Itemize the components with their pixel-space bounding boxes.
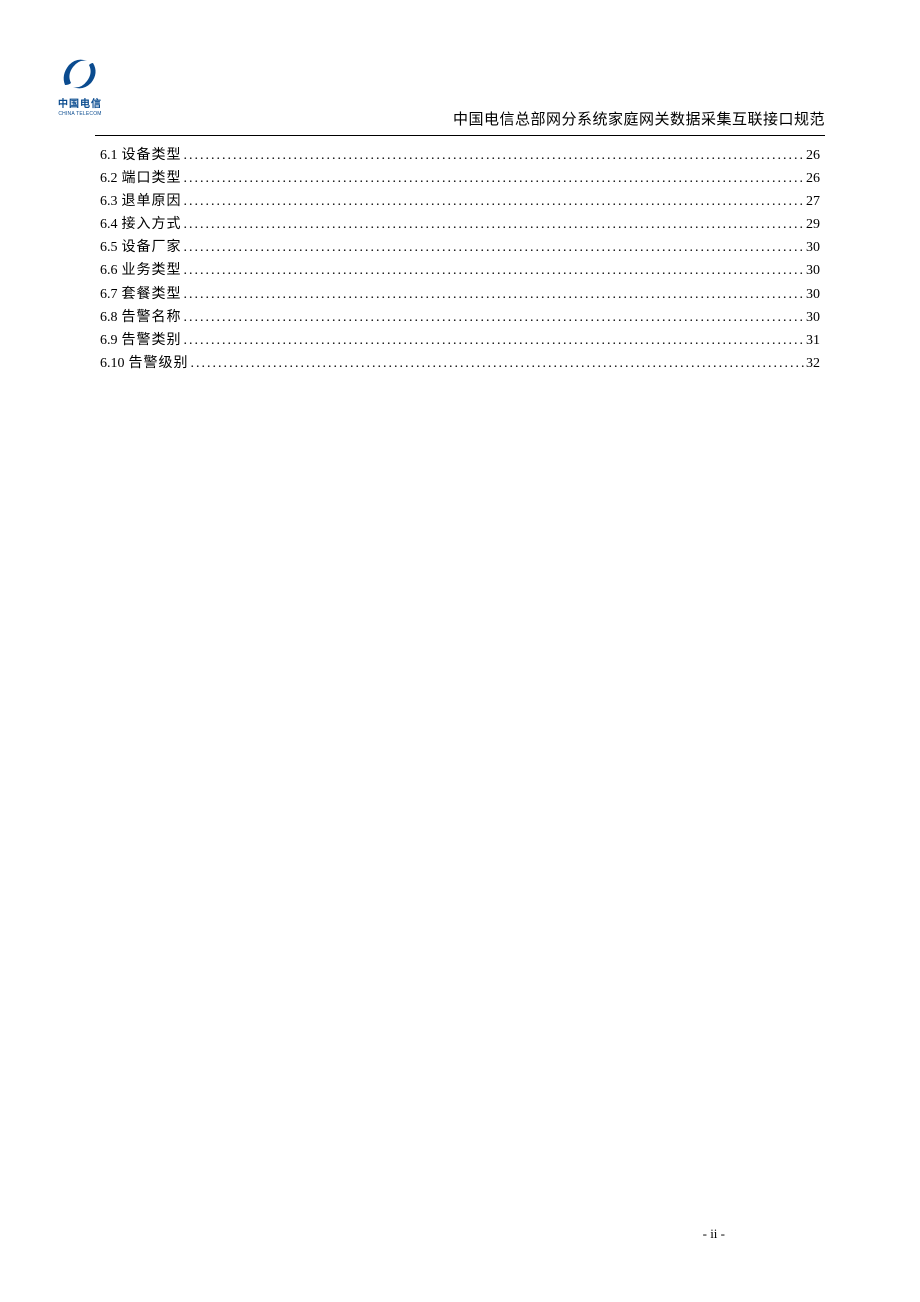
toc-title: 接入方式 — [122, 213, 182, 236]
toc-number: 6.4 — [100, 213, 118, 236]
toc-page: 32 — [806, 352, 820, 375]
toc-number: 6.3 — [100, 190, 118, 213]
toc-leader-dots — [184, 259, 805, 282]
toc-leader-dots — [184, 144, 805, 167]
toc-page: 29 — [806, 213, 820, 236]
toc-title: 告警类别 — [122, 329, 182, 352]
toc-leader-dots — [184, 190, 805, 213]
toc-entry: 6.7 套餐类型 30 — [100, 283, 820, 306]
toc-page: 30 — [806, 259, 820, 282]
toc-number: 6.7 — [100, 283, 118, 306]
toc-entry: 6.8 告警名称 30 — [100, 306, 820, 329]
toc-title: 告警名称 — [122, 306, 182, 329]
toc-page: 31 — [806, 329, 820, 352]
toc-page: 26 — [806, 144, 820, 167]
toc-entry: 6.4 接入方式 29 — [100, 213, 820, 236]
toc-title: 端口类型 — [122, 167, 182, 190]
toc-page: 30 — [806, 236, 820, 259]
page-number-footer: - ii - — [703, 1226, 725, 1242]
toc-entry: 6.3 退单原因 27 — [100, 190, 820, 213]
header-divider — [95, 135, 825, 136]
toc-leader-dots — [191, 352, 805, 375]
toc-title: 设备类型 — [122, 144, 182, 167]
toc-number: 6.1 — [100, 144, 118, 167]
toc-number: 6.6 — [100, 259, 118, 282]
toc-page: 30 — [806, 283, 820, 306]
toc-title: 退单原因 — [122, 190, 182, 213]
toc-number: 6.8 — [100, 306, 118, 329]
toc-leader-dots — [184, 283, 805, 306]
toc-title: 设备厂家 — [122, 236, 182, 259]
toc-number: 6.10 — [100, 352, 125, 375]
toc-entry: 6.2 端口类型 26 — [100, 167, 820, 190]
toc-entry: 6.5 设备厂家 30 — [100, 236, 820, 259]
toc-number: 6.2 — [100, 167, 118, 190]
toc-leader-dots — [184, 329, 805, 352]
logo: 中国电信 CHINA TELECOM — [45, 55, 115, 125]
toc-entry: 6.1 设备类型 26 — [100, 144, 820, 167]
toc-page: 26 — [806, 167, 820, 190]
toc-leader-dots — [184, 306, 805, 329]
page-header-title: 中国电信总部网分系统家庭网关数据采集互联接口规范 — [95, 108, 825, 129]
toc-leader-dots — [184, 167, 805, 190]
toc-page: 30 — [806, 306, 820, 329]
document-page: 中国电信 CHINA TELECOM 中国电信总部网分系统家庭网关数据采集互联接… — [0, 0, 920, 1302]
toc-number: 6.5 — [100, 236, 118, 259]
toc-title: 业务类型 — [122, 259, 182, 282]
toc-title: 告警级别 — [129, 352, 189, 375]
table-of-contents: 6.1 设备类型 26 6.2 端口类型 26 6.3 退单原因 27 6.4 … — [95, 144, 825, 375]
toc-leader-dots — [184, 236, 805, 259]
toc-entry: 6.10 告警级别 32 — [100, 352, 820, 375]
toc-entry: 6.6 业务类型 30 — [100, 259, 820, 282]
toc-number: 6.9 — [100, 329, 118, 352]
logo-brand-cn: 中国电信 — [58, 95, 102, 110]
china-telecom-logo-icon — [59, 55, 101, 93]
logo-brand-en: CHINA TELECOM — [58, 111, 101, 117]
toc-leader-dots — [184, 213, 805, 236]
toc-page: 27 — [806, 190, 820, 213]
toc-entry: 6.9 告警类别 31 — [100, 329, 820, 352]
toc-title: 套餐类型 — [122, 283, 182, 306]
